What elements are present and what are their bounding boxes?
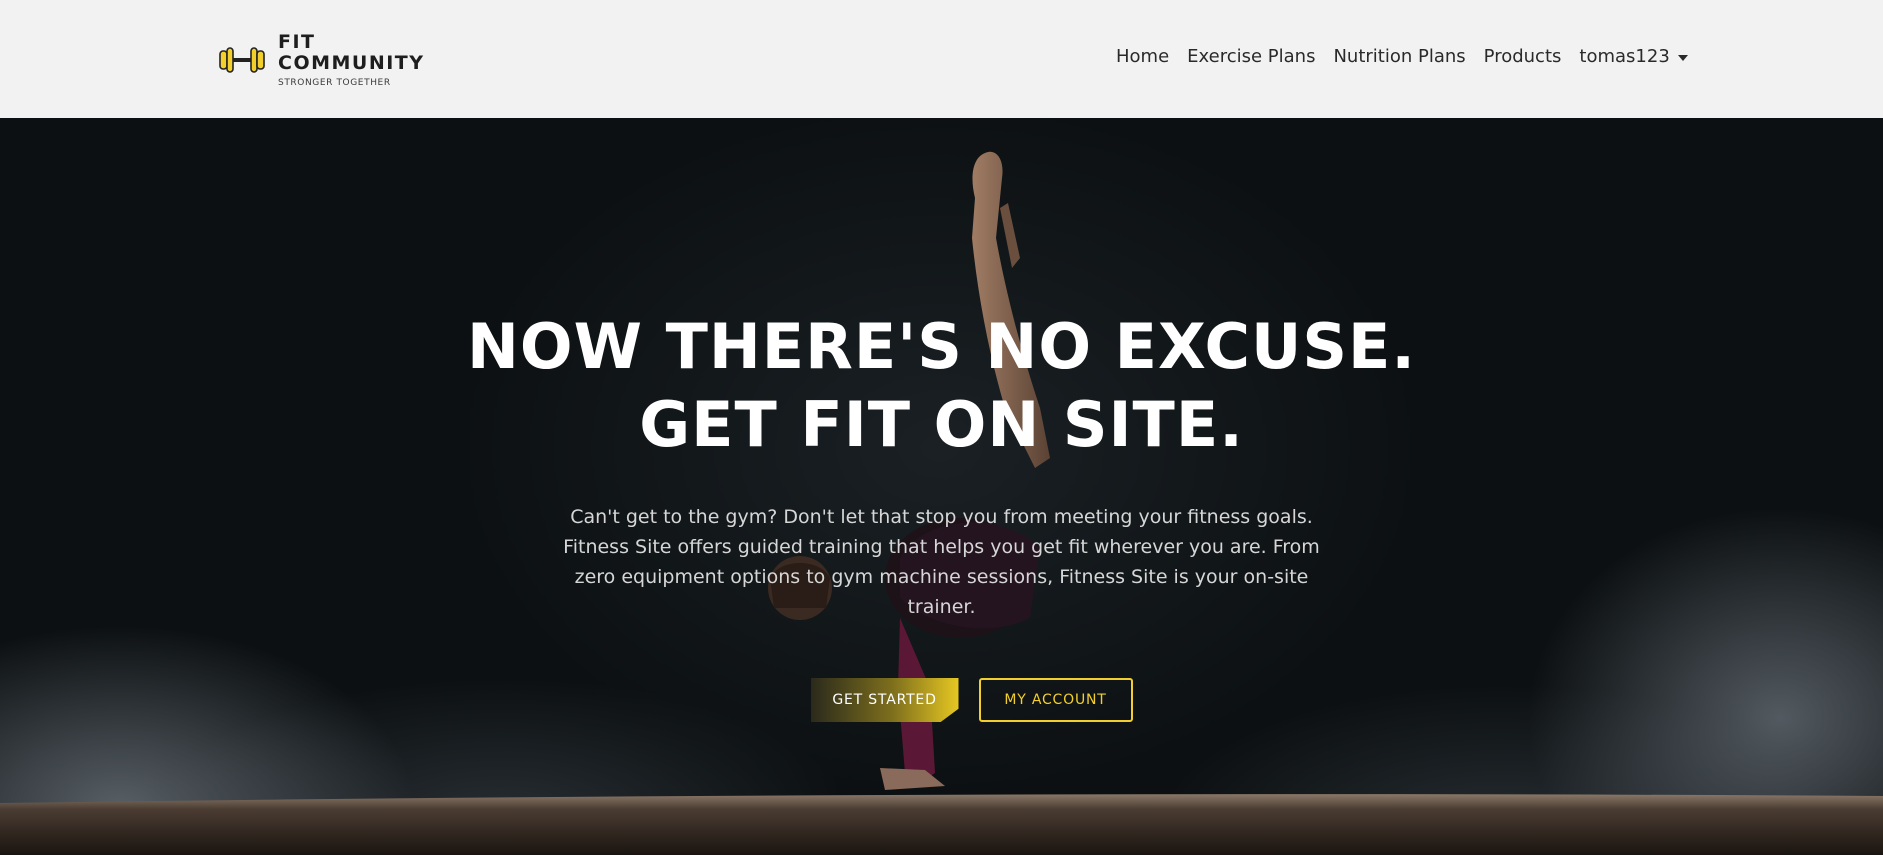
hero-headline-line2: GET FIT ON SITE. xyxy=(639,388,1244,461)
brand-text: FIT COMMUNITY STRONGER TOGETHER xyxy=(278,31,425,89)
hero-description: Can't get to the gym? Don't let that sto… xyxy=(563,506,1320,618)
brand-tagline: STRONGER TOGETHER xyxy=(278,78,391,88)
hero-content: NOW THERE'S NO EXCUSE. GET FIT ON SITE. … xyxy=(0,308,1883,722)
dumbbell-icon xyxy=(219,47,265,73)
user-menu-toggle[interactable]: tomas123 xyxy=(1579,46,1688,67)
hero-section: NOW THERE'S NO EXCUSE. GET FIT ON SITE. … xyxy=(0,118,1883,855)
brand-logo[interactable]: FIT COMMUNITY STRONGER TOGETHER xyxy=(218,30,425,90)
brand-title-line1: FIT xyxy=(278,31,316,53)
caret-down-icon xyxy=(1677,54,1688,61)
hero-headline-line1: NOW THERE'S NO EXCUSE. xyxy=(467,310,1416,383)
get-started-button[interactable]: GET STARTED xyxy=(810,678,959,722)
hero-headline: NOW THERE'S NO EXCUSE. GET FIT ON SITE. xyxy=(0,308,1883,464)
nav-products[interactable]: Products xyxy=(1484,46,1562,67)
main-nav: Home Exercise Plans Nutrition Plans Prod… xyxy=(1116,46,1688,67)
brand-title-line2: COMMUNITY xyxy=(278,52,425,74)
hero-buttons: GET STARTED MY ACCOUNT xyxy=(60,678,1883,722)
user-name: tomas123 xyxy=(1579,46,1670,67)
nav-exercise-plans[interactable]: Exercise Plans xyxy=(1187,46,1315,67)
nav-nutrition-plans[interactable]: Nutrition Plans xyxy=(1333,46,1465,67)
top-navbar: FIT COMMUNITY STRONGER TOGETHER Home Exe… xyxy=(0,0,1883,118)
nav-home[interactable]: Home xyxy=(1116,46,1169,67)
my-account-button[interactable]: MY ACCOUNT xyxy=(978,678,1133,722)
